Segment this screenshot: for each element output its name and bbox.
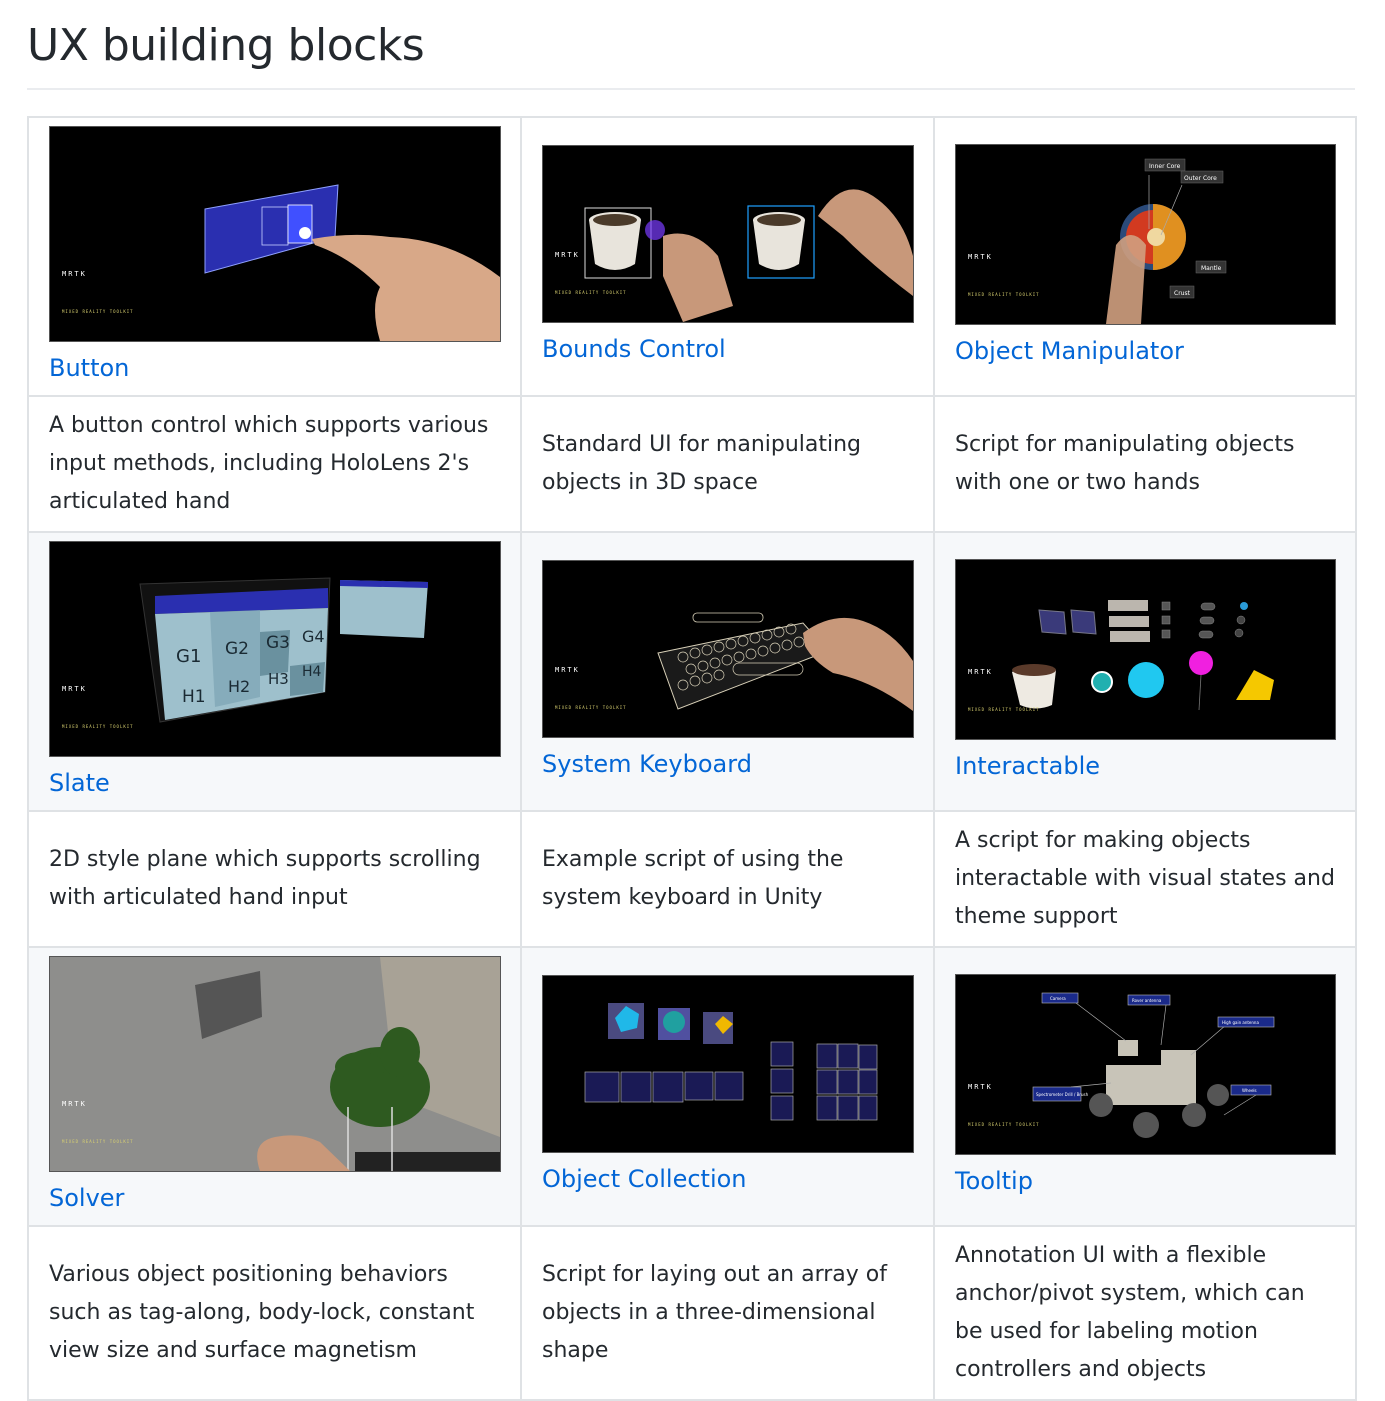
tooltip-demo-thumbnail[interactable]: Camera Rover antenna High gain antenna S… bbox=[955, 973, 1336, 1155]
system-keyboard-description: Example script of using the system keybo… bbox=[520, 810, 935, 948]
tooltip-label: Rover antenna bbox=[1132, 998, 1162, 1003]
mrtk-logo: MRTK MIXED REALITY TOOLKIT bbox=[968, 667, 1040, 712]
object-collection-description: Script for laying out an array of object… bbox=[520, 1225, 935, 1401]
table-cell: MRTK MIXED REALITY TOOLKIT Button bbox=[27, 116, 522, 397]
slate-cell: H1 bbox=[182, 687, 206, 707]
ux-building-blocks-table: MRTK MIXED REALITY TOOLKIT Button MRTK M… bbox=[27, 116, 1357, 1401]
earth-label: Outer Core bbox=[1184, 175, 1217, 182]
slate-cell: G1 bbox=[176, 646, 201, 667]
slate-description: 2D style plane which supports scrolling … bbox=[27, 810, 522, 948]
table-row: 2D style plane which supports scrolling … bbox=[27, 810, 1357, 948]
interactable-link[interactable]: Interactable bbox=[955, 748, 1100, 784]
bounds-control-link[interactable]: Bounds Control bbox=[542, 331, 726, 367]
slate-cell: H3 bbox=[268, 670, 289, 688]
object-collection-link[interactable]: Object Collection bbox=[542, 1161, 747, 1197]
page-title: UX building blocks bbox=[27, 0, 1355, 90]
page: UX building blocks MRTK MIXED REALITY TOO… bbox=[0, 0, 1385, 1401]
tooltip-label: High gain antenna bbox=[1222, 1020, 1259, 1025]
system-keyboard-demo-thumbnail[interactable]: MRTK MIXED REALITY TOOLKIT bbox=[542, 560, 914, 738]
bounds-control-demo-thumbnail[interactable]: MRTK MIXED REALITY TOOLKIT bbox=[542, 145, 914, 323]
table-cell: MRTK MIXED REALITY TOOLKIT System Keyboar… bbox=[520, 531, 935, 812]
table-row: Various object positioning behaviors suc… bbox=[27, 1225, 1357, 1401]
tooltip-label: Spectrometer Drill / Brush bbox=[1036, 1092, 1089, 1097]
object-manipulator-description: Script for manipulating objects with one… bbox=[933, 395, 1357, 533]
slate-cell: H2 bbox=[228, 677, 250, 696]
solver-description: Various object positioning behaviors suc… bbox=[27, 1225, 522, 1401]
tooltip-link[interactable]: Tooltip bbox=[955, 1163, 1033, 1199]
button-link[interactable]: Button bbox=[49, 350, 129, 386]
mrtk-logo: MRTK MIXED REALITY TOOLKIT bbox=[968, 252, 1040, 297]
earth-label: Crust bbox=[1174, 290, 1191, 297]
tooltip-label: Wheels bbox=[1242, 1088, 1257, 1093]
mrtk-logo: MRTK MIXED REALITY TOOLKIT bbox=[62, 1100, 134, 1144]
slate-demo-thumbnail[interactable]: G1 G2 G3 G4 H1 H2 H3 H4 MRTK MIXED REALIT… bbox=[49, 541, 501, 757]
button-description: A button control which supports various … bbox=[27, 395, 522, 533]
slate-cell: G3 bbox=[266, 633, 290, 653]
earth-label: Mantle bbox=[1201, 265, 1222, 272]
interactable-description: A script for making objects interactable… bbox=[933, 810, 1357, 948]
solver-link[interactable]: Solver bbox=[49, 1180, 124, 1216]
table-row: A button control which supports various … bbox=[27, 395, 1357, 533]
earth-label: Inner Core bbox=[1149, 163, 1181, 170]
mrtk-logo: MRTK MIXED REALITY TOOLKIT bbox=[555, 251, 627, 295]
table-cell: Camera Rover antenna High gain antenna S… bbox=[933, 946, 1357, 1227]
bounds-control-description: Standard UI for manipulating objects in … bbox=[520, 395, 935, 533]
object-manipulator-link[interactable]: Object Manipulator bbox=[955, 333, 1184, 369]
system-keyboard-link[interactable]: System Keyboard bbox=[542, 746, 752, 782]
slate-cell: G2 bbox=[225, 639, 249, 659]
table-row: G1 G2 G3 G4 H1 H2 H3 H4 MRTK MIXED REALIT… bbox=[27, 531, 1357, 812]
mrtk-logo: MRTK MIXED REALITY TOOLKIT bbox=[555, 666, 627, 710]
table-cell: MRTK MIXED REALITY TOOLKIT Solver bbox=[27, 946, 522, 1227]
mrtk-logo: MRTK MIXED REALITY TOOLKIT bbox=[62, 270, 134, 314]
object-collection-demo-thumbnail[interactable] bbox=[542, 975, 914, 1153]
tooltip-description: Annotation UI with a flexible anchor/piv… bbox=[933, 1225, 1357, 1401]
slate-link[interactable]: Slate bbox=[49, 765, 110, 801]
table-row: MRTK MIXED REALITY TOOLKIT Solver Object… bbox=[27, 946, 1357, 1227]
interactable-demo-thumbnail[interactable]: MRTK MIXED REALITY TOOLKIT bbox=[955, 558, 1336, 740]
object-manipulator-demo-thumbnail[interactable]: Inner Core Outer Core Mantle Crust MRTK M… bbox=[955, 143, 1336, 325]
table-cell: Object Collection bbox=[520, 946, 935, 1227]
table-cell: MRTK MIXED REALITY TOOLKIT Bounds Control bbox=[520, 116, 935, 397]
solver-demo-thumbnail[interactable]: MRTK MIXED REALITY TOOLKIT bbox=[49, 956, 501, 1172]
slate-cell: G4 bbox=[302, 627, 325, 646]
table-cell: MRTK MIXED REALITY TOOLKIT Interactable bbox=[933, 531, 1357, 812]
table-cell: Inner Core Outer Core Mantle Crust MRTK M… bbox=[933, 116, 1357, 397]
table-row: MRTK MIXED REALITY TOOLKIT Button MRTK M… bbox=[27, 116, 1357, 397]
tooltip-label: Camera bbox=[1050, 996, 1066, 1001]
mrtk-logo: MRTK MIXED REALITY TOOLKIT bbox=[62, 685, 134, 729]
button-demo-thumbnail[interactable]: MRTK MIXED REALITY TOOLKIT bbox=[49, 126, 501, 342]
slate-cell: H4 bbox=[302, 664, 322, 680]
table-cell: G1 G2 G3 G4 H1 H2 H3 H4 MRTK MIXED REALIT… bbox=[27, 531, 522, 812]
mrtk-logo: MRTK MIXED REALITY TOOLKIT bbox=[968, 1082, 1040, 1127]
